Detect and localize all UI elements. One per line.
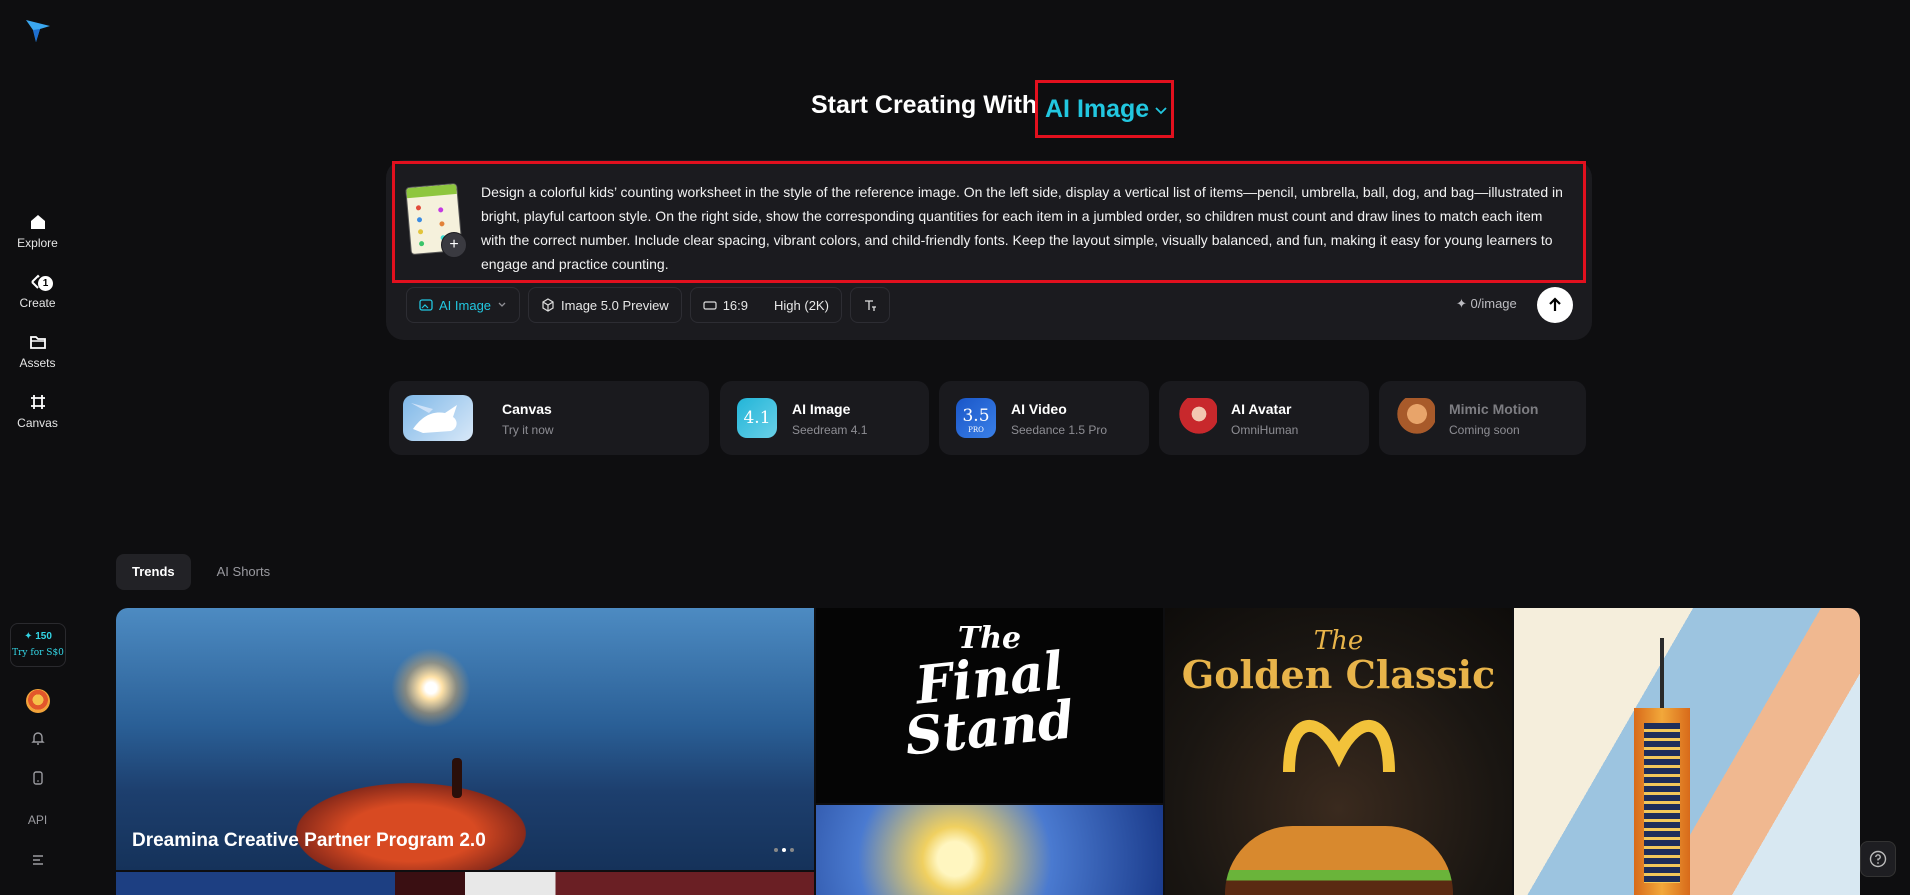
mode-dropdown[interactable]: AI Image [1035, 80, 1174, 138]
composer-toolbar: AI Image Image 5.0 Preview 16:9 High (2K… [406, 287, 890, 323]
mimic-motion-image [1395, 398, 1435, 438]
sidebar-item-assets[interactable]: Assets [0, 332, 75, 370]
bell-icon[interactable] [28, 730, 48, 750]
card-title: Mimic Motion [1449, 401, 1539, 417]
seedance-icon: 3.5 PRO [956, 398, 996, 438]
chevron-down-icon [1155, 106, 1167, 114]
gallery-thumb-row[interactable] [116, 872, 814, 895]
feature-card-mimic-motion[interactable]: Mimic Motion Coming soon [1379, 381, 1586, 455]
api-link[interactable]: API [0, 813, 75, 827]
card-title: AI Image [792, 401, 851, 417]
page-title: Start Creating With [811, 91, 1038, 119]
ratio-quality-select[interactable]: 16:9 High (2K) [689, 287, 842, 323]
prompt-input[interactable]: Design a colorful kids’ counting workshe… [481, 180, 1571, 276]
sidebar-item-create[interactable]: 1 Create [0, 272, 75, 310]
mobile-icon[interactable] [28, 770, 48, 790]
card-title: Canvas [502, 401, 552, 417]
card-title: AI Video [1011, 401, 1067, 417]
model-select[interactable]: Image 5.0 Preview [528, 287, 682, 323]
avatar-character-image [1177, 398, 1217, 438]
tab-ai-shorts[interactable]: AI Shorts [201, 554, 286, 590]
mode-select[interactable]: AI Image [406, 287, 521, 323]
generation-cost: ✦ 0/image [1456, 296, 1517, 311]
butterflies-image[interactable] [816, 805, 1163, 895]
card-title: AI Avatar [1231, 401, 1292, 417]
feature-card-canvas[interactable]: Canvas Try it now [389, 381, 709, 455]
sidebar-item-label: Explore [17, 236, 58, 250]
menu-icon[interactable] [28, 851, 48, 871]
model-select-label: Image 5.0 Preview [561, 297, 669, 313]
feed-tabs: Trends AI Shorts [116, 554, 286, 590]
credits-button[interactable]: ✦ 150 Try for S$0 [10, 623, 66, 667]
card-subtitle: Coming soon [1449, 423, 1520, 437]
image-icon [419, 299, 433, 311]
ratio-label: 16:9 [722, 297, 749, 313]
feature-cards: Canvas Try it now 4.1 AI Image Seedream … [0, 381, 1910, 455]
poster-golden-classic[interactable]: The Golden Classic [1165, 608, 1512, 895]
aspect-ratio-icon [703, 301, 717, 310]
app-logo-icon[interactable] [24, 16, 52, 44]
question-icon [1869, 850, 1887, 868]
card-subtitle: Seedance 1.5 Pro [1011, 423, 1108, 437]
card-subtitle: Try it now [502, 423, 554, 437]
folder-icon [29, 336, 46, 349]
tab-trends[interactable]: Trends [116, 554, 191, 590]
feature-card-ai-image[interactable]: 4.1 AI Image Seedream 4.1 [720, 381, 929, 455]
cube-icon [542, 298, 554, 312]
poster-final-stand[interactable]: The Final Stand [816, 608, 1163, 803]
card-subtitle: OmniHuman [1231, 423, 1299, 437]
seedream-icon: 4.1 [737, 398, 777, 438]
mode-dropdown-label: AI Image [1045, 94, 1150, 123]
credits-amount: ✦ 150 [24, 631, 52, 642]
text-style-button[interactable] [849, 287, 890, 323]
notification-badge: 1 [38, 276, 53, 291]
trends-gallery: Dreamina Creative Partner Program 2.0 Th… [116, 608, 1860, 895]
pegasus-image [403, 395, 473, 441]
banner-creative-partner[interactable]: Dreamina Creative Partner Program 2.0 [116, 608, 814, 870]
text-format-icon [864, 300, 876, 311]
arrow-up-icon [1549, 297, 1561, 311]
empire-state-poster[interactable] [1514, 608, 1860, 895]
avatar[interactable] [26, 689, 50, 713]
sidebar-item-label: Assets [19, 356, 56, 370]
mode-select-label: AI Image [439, 297, 492, 313]
banner-title: Dreamina Creative Partner Program 2.0 [132, 830, 486, 851]
carousel-dots[interactable] [774, 848, 794, 852]
card-subtitle: Seedream 4.1 [792, 423, 868, 437]
home-icon [30, 215, 45, 229]
feature-card-ai-video[interactable]: 3.5 PRO AI Video Seedance 1.5 Pro [939, 381, 1149, 455]
sidebar-item-explore[interactable]: Explore [0, 212, 75, 250]
quality-label: High (2K) [774, 297, 829, 313]
chevron-down-icon [498, 302, 506, 307]
credits-cta: Try for S$0 [12, 648, 64, 658]
help-button[interactable] [1860, 841, 1896, 877]
generate-button[interactable] [1537, 287, 1573, 323]
feature-card-ai-avatar[interactable]: AI Avatar OmniHuman [1159, 381, 1369, 455]
sidebar-item-label: Create [19, 296, 56, 310]
